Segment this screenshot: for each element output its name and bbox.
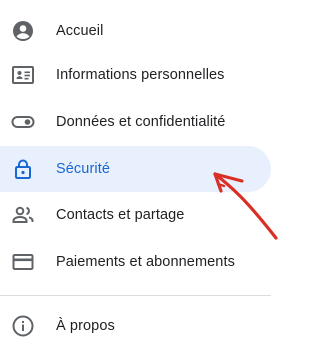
badge-icon bbox=[11, 63, 35, 87]
nav-divider bbox=[0, 295, 271, 296]
lock-icon bbox=[11, 157, 35, 181]
nav-item-contacts-partage[interactable]: Contacts et partage bbox=[0, 192, 271, 238]
nav-item-label: Sécurité bbox=[56, 161, 110, 177]
nav-item-label: Informations personnelles bbox=[56, 67, 225, 83]
nav-item-informations-personnelles[interactable]: Informations personnelles bbox=[0, 52, 271, 98]
nav-item-label: Données et confidentialité bbox=[56, 114, 226, 130]
info-icon bbox=[11, 314, 35, 338]
toggle-icon bbox=[11, 110, 35, 134]
nav-item-label: À propos bbox=[56, 318, 115, 334]
nav-item-donnees-confidentialite[interactable]: Données et confidentialité bbox=[0, 99, 271, 145]
credit-card-icon bbox=[11, 250, 35, 274]
nav-item-securite[interactable]: Sécurité bbox=[0, 146, 271, 192]
nav-item-paiements-abonnements[interactable]: Paiements et abonnements bbox=[0, 239, 271, 285]
people-icon bbox=[11, 203, 35, 227]
nav-item-accueil[interactable]: Accueil bbox=[0, 8, 271, 54]
nav-item-label: Contacts et partage bbox=[56, 207, 185, 223]
account-navigation: Accueil Informations personnelles Donnée… bbox=[0, 0, 283, 356]
nav-item-a-propos[interactable]: À propos bbox=[0, 303, 271, 349]
account-circle-icon bbox=[11, 19, 35, 43]
nav-item-label: Accueil bbox=[56, 23, 104, 39]
nav-item-label: Paiements et abonnements bbox=[56, 254, 235, 270]
